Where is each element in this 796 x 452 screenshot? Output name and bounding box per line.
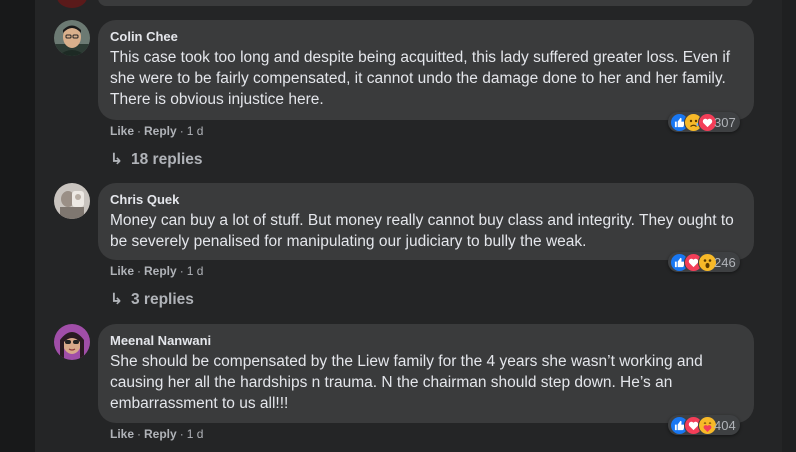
- reply-arrow-icon: ↳: [110, 291, 123, 308]
- reaction-summary[interactable]: 307: [668, 112, 740, 132]
- avatar[interactable]: [54, 20, 90, 56]
- reaction-count: 246: [714, 254, 736, 270]
- reaction-count: 307: [714, 114, 736, 130]
- replies-count-label: 18 replies: [131, 151, 203, 168]
- previous-comment-bubble-edge: [98, 0, 753, 6]
- comment-timestamp[interactable]: 1 d: [187, 427, 204, 441]
- separator-dot: ·: [179, 427, 184, 441]
- separator-dot: ·: [179, 264, 184, 278]
- reply-arrow-icon: ↳: [110, 151, 123, 168]
- reply-button[interactable]: Reply: [144, 124, 177, 138]
- comment-timestamp[interactable]: 1 d: [187, 264, 204, 278]
- reaction-count: 404: [714, 417, 736, 433]
- separator-dot: ·: [179, 124, 184, 138]
- separator-dot: ·: [137, 264, 142, 278]
- like-button[interactable]: Like: [110, 124, 134, 138]
- reaction-summary[interactable]: 246: [668, 252, 740, 272]
- scrollbar-track[interactable]: [782, 0, 796, 452]
- comment-actions: Like · Reply · 1 d: [110, 263, 203, 279]
- comment-timestamp[interactable]: 1 d: [187, 124, 204, 138]
- comment-bubble: Colin Chee This case took too long and d…: [98, 20, 754, 120]
- reply-button[interactable]: Reply: [144, 264, 177, 278]
- comment-bubble: Meenal Nanwani She should be compensated…: [98, 324, 754, 423]
- like-button[interactable]: Like: [110, 427, 134, 441]
- reaction-summary[interactable]: 404: [668, 415, 740, 435]
- like-button[interactable]: Like: [110, 264, 134, 278]
- comment-text: Money can buy a lot of stuff. But money …: [110, 212, 734, 250]
- view-replies-link[interactable]: ↳ 3 replies: [110, 290, 194, 310]
- comment-actions: Like · Reply · 1 d: [110, 426, 203, 442]
- comment-author[interactable]: Meenal Nanwani: [110, 332, 742, 349]
- comment-actions: Like · Reply · 1 d: [110, 123, 203, 139]
- avatar[interactable]: [54, 183, 90, 219]
- comment-author[interactable]: Colin Chee: [110, 28, 742, 45]
- comment-author[interactable]: Chris Quek: [110, 191, 742, 208]
- separator-dot: ·: [137, 427, 142, 441]
- replies-count-label: 3 replies: [131, 291, 194, 308]
- reply-button[interactable]: Reply: [144, 427, 177, 441]
- comment-text: She should be compensated by the Liew fa…: [110, 353, 703, 412]
- avatar[interactable]: [54, 324, 90, 360]
- view-replies-link[interactable]: ↳ 18 replies: [110, 150, 203, 170]
- separator-dot: ·: [137, 124, 142, 138]
- comment-text: This case took too long and despite bein…: [110, 49, 731, 108]
- comment-bubble: Chris Quek Money can buy a lot of stuff.…: [98, 183, 754, 260]
